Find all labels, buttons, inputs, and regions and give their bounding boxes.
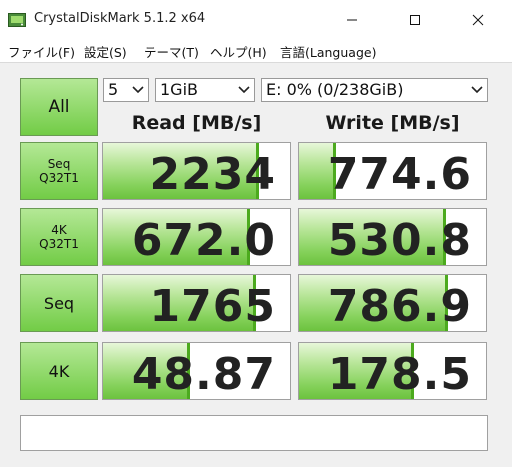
read-result-seq: 1765	[102, 274, 291, 332]
seq-q32t1-button[interactable]: Seq Q32T1	[20, 142, 98, 200]
maximize-button[interactable]	[392, 0, 438, 40]
close-icon	[472, 14, 484, 26]
chevron-down-icon	[238, 86, 250, 94]
write-result-seq-q32t1: 774.6	[298, 142, 487, 200]
menu-theme[interactable]: テーマ(T)	[144, 42, 199, 61]
menu-language[interactable]: 言語(Language)	[280, 42, 376, 61]
window-title: CrystalDiskMark 5.1.2 x64	[34, 11, 206, 26]
menu-file[interactable]: ファイル(F)	[8, 42, 75, 61]
all-button[interactable]: All	[20, 78, 98, 136]
chevron-down-icon	[471, 86, 483, 94]
chevron-down-icon	[132, 86, 144, 94]
menu-help[interactable]: ヘルプ(H)	[210, 42, 267, 61]
write-result-4k-q32t1: 530.8	[298, 208, 487, 266]
4k-q32t1-button[interactable]: 4K Q32T1	[20, 208, 98, 266]
4k-button[interactable]: 4K	[20, 342, 98, 400]
minimize-button[interactable]	[329, 0, 375, 40]
read-result-seq-q32t1: 2234	[102, 142, 291, 200]
row-label-line1: Seq	[43, 293, 75, 313]
row-label-line1: 4K	[51, 223, 67, 237]
title-bar[interactable]: CrystalDiskMark 5.1.2 x64	[0, 0, 512, 41]
all-button-label: All	[48, 97, 70, 117]
comment-box[interactable]	[20, 415, 488, 451]
read-value: 1765	[149, 281, 276, 332]
drive-select[interactable]: E: 0% (0/238GiB)	[261, 78, 488, 102]
size-select[interactable]: 1GiB	[155, 78, 255, 102]
menu-settings[interactable]: 設定(S)	[84, 42, 127, 61]
drive-value: E: 0% (0/238GiB)	[266, 80, 404, 99]
count-value: 5	[108, 80, 119, 99]
read-result-4k-q32t1: 672.0	[102, 208, 291, 266]
size-value: 1GiB	[160, 80, 198, 99]
write-result-seq: 786.9	[298, 274, 487, 332]
write-value: 774.6	[327, 149, 472, 200]
read-value: 48.87	[131, 349, 276, 400]
write-value: 178.5	[327, 349, 472, 400]
write-header: Write [MB/s]	[325, 112, 460, 134]
maximize-icon	[410, 15, 420, 25]
menu-bar: ファイル(F) 設定(S) テーマ(T) ヘルプ(H) 言語(Language)	[0, 40, 512, 63]
row-label-line1: 4K	[48, 361, 70, 381]
read-value: 672.0	[131, 215, 276, 266]
write-value: 786.9	[327, 281, 472, 332]
write-value: 530.8	[327, 215, 472, 266]
read-result-4k: 48.87	[102, 342, 291, 400]
minimize-icon	[347, 19, 357, 21]
write-result-4k: 178.5	[298, 342, 487, 400]
seq-button[interactable]: Seq	[20, 274, 98, 332]
disk-icon	[8, 13, 26, 27]
row-label-line2: Q32T1	[39, 171, 79, 185]
read-value: 2234	[149, 149, 276, 200]
read-header: Read [MB/s]	[131, 112, 262, 134]
close-button[interactable]	[455, 0, 501, 40]
row-label-line2: Q32T1	[39, 237, 79, 251]
count-select[interactable]: 5	[103, 78, 149, 102]
row-label-line1: Seq	[47, 157, 71, 171]
